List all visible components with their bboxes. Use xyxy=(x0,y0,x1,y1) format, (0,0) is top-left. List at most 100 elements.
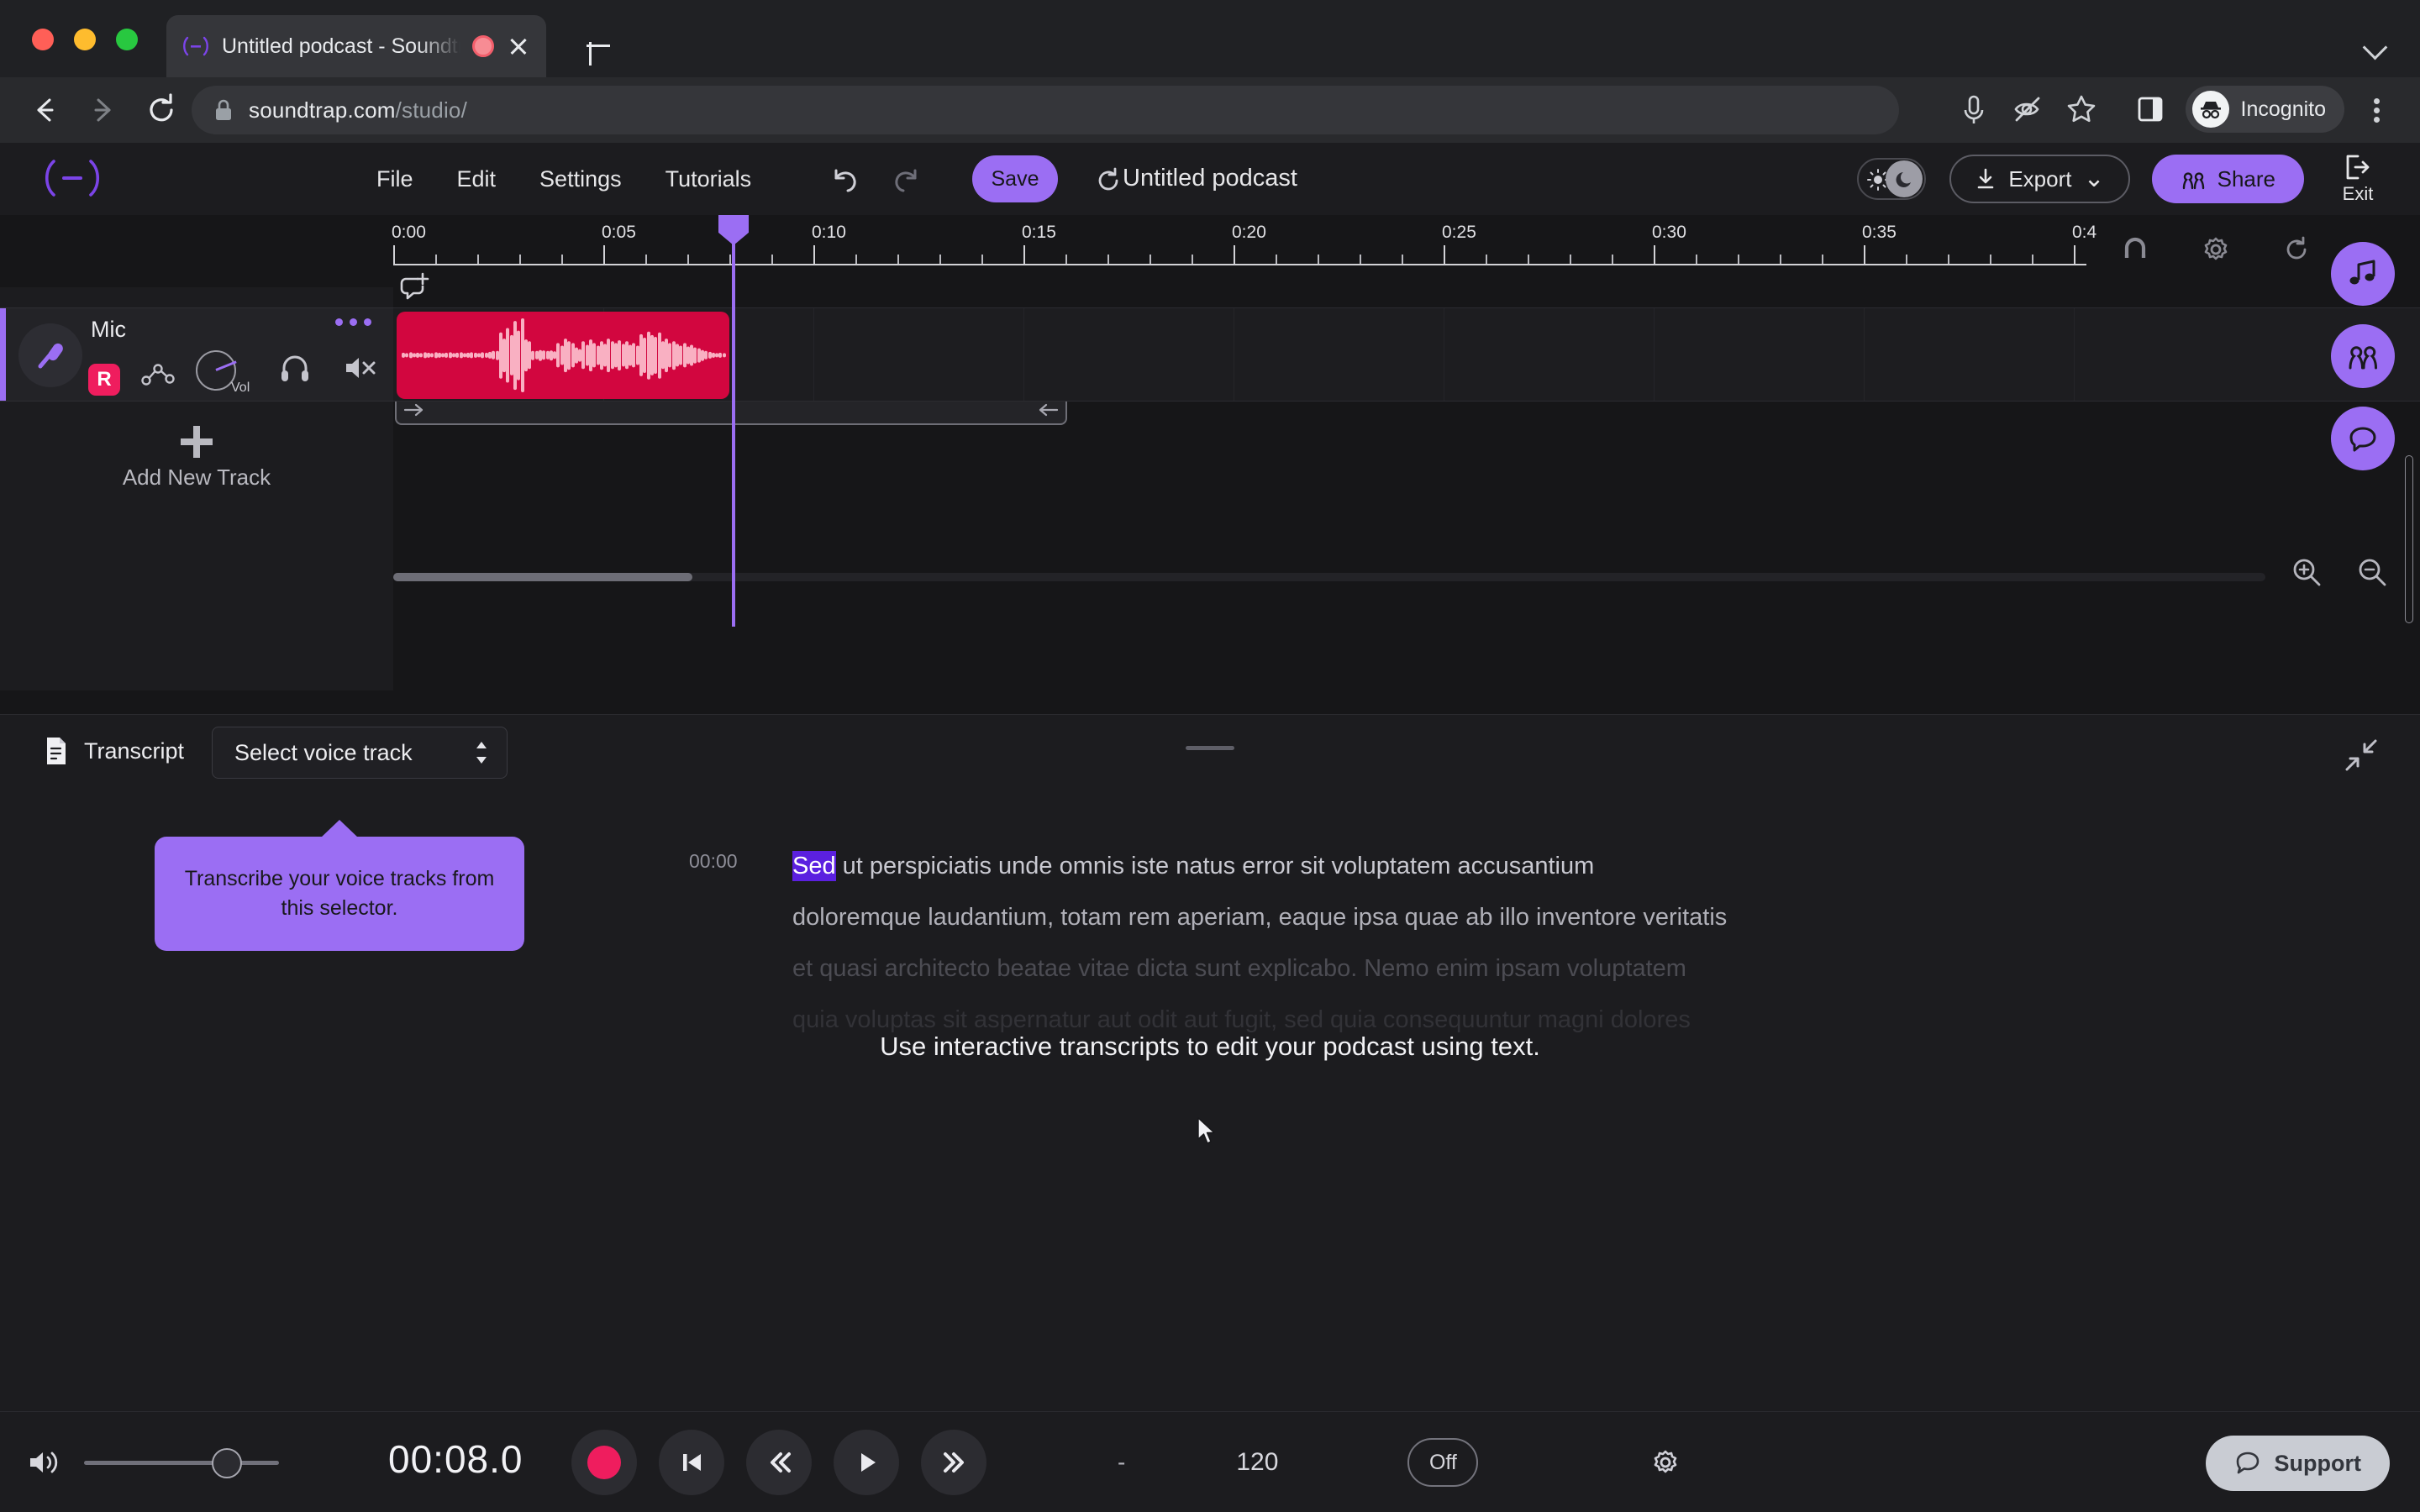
window-traffic-lights xyxy=(32,29,138,50)
ruler-tick-minor xyxy=(687,255,689,264)
timeline-horizontal-scrollbar[interactable] xyxy=(393,573,2265,581)
transcript-text[interactable]: Sed ut perspiciatis unde omnis iste natu… xyxy=(792,841,1594,892)
lock-icon xyxy=(213,98,234,122)
document-icon xyxy=(44,736,69,766)
minimize-window-button[interactable] xyxy=(74,29,96,50)
new-tab-button[interactable] xyxy=(578,25,618,66)
support-button[interactable]: Support xyxy=(2205,1436,2390,1491)
master-volume-slider[interactable] xyxy=(84,1444,279,1481)
volume-knob[interactable]: Vol xyxy=(196,350,250,396)
track-more-options-button[interactable] xyxy=(335,318,371,326)
menu-item-settings[interactable]: Settings xyxy=(518,158,644,201)
metronome-toggle[interactable]: Off xyxy=(1407,1438,1479,1487)
ruler-tick-minor xyxy=(1192,255,1193,264)
ruler-tick-minor xyxy=(1780,255,1781,264)
export-label: Export xyxy=(2008,165,2072,192)
voice-track-selector[interactable]: Select voice track xyxy=(212,727,508,779)
transport-time-display[interactable]: 00:08.0 xyxy=(388,1436,523,1482)
zoom-out-icon[interactable] xyxy=(2354,554,2390,590)
right-side-rail xyxy=(2331,242,2395,470)
timeline-ruler[interactable]: 0:00 0:05 0:10 0:15 0:20 0:25 0:30 0:35 … xyxy=(392,215,2096,287)
fast-forward-button[interactable] xyxy=(921,1430,986,1495)
add-new-track-button[interactable]: Add New Track xyxy=(0,412,393,504)
time-signature-value[interactable]: - xyxy=(1118,1449,1125,1476)
ruler-label-5: 0:25 xyxy=(1442,223,1476,242)
record-arm-button[interactable]: R xyxy=(88,364,120,396)
bpm-value[interactable]: 120 xyxy=(1236,1448,1278,1477)
timeline-scroll-thumb[interactable] xyxy=(393,573,692,581)
track-header-mic[interactable]: Mic R Vol xyxy=(0,307,393,402)
menu-item-file[interactable]: File xyxy=(355,158,435,201)
timeline-settings-gear-icon[interactable] xyxy=(2198,232,2233,267)
ruler-label-2: 0:10 xyxy=(812,223,846,242)
headphones-solo-icon[interactable] xyxy=(277,350,313,386)
go-to-start-button[interactable] xyxy=(659,1430,724,1495)
undo-icon[interactable] xyxy=(828,163,863,198)
microphone-icon[interactable] xyxy=(18,323,82,387)
revert-history-icon[interactable] xyxy=(1091,163,1126,198)
exit-button[interactable]: Exit xyxy=(2316,143,2400,215)
rewind-button[interactable] xyxy=(746,1430,812,1495)
share-button[interactable]: Share xyxy=(2151,155,2304,203)
maximize-window-button[interactable] xyxy=(116,29,138,50)
bookmark-star-icon[interactable] xyxy=(2058,86,2105,133)
loop-toggle-icon[interactable] xyxy=(2279,232,2314,267)
address-bar-url: soundtrap.com/studio/ xyxy=(249,97,468,123)
browser-tab[interactable]: Untitled podcast - Soundtr xyxy=(166,15,546,77)
transport-settings-gear-icon[interactable] xyxy=(1648,1445,1683,1480)
address-bar[interactable]: soundtrap.com/studio/ xyxy=(192,86,1899,134)
project-title[interactable]: Untitled podcast xyxy=(1123,165,1297,192)
redo-icon[interactable] xyxy=(888,163,923,198)
panel-resize-handle[interactable] xyxy=(1186,746,1234,750)
close-tab-button[interactable] xyxy=(506,34,531,59)
magnet-snap-icon[interactable] xyxy=(2118,232,2153,267)
export-button[interactable]: Export ⌄ xyxy=(1949,155,2130,203)
track-name[interactable]: Mic xyxy=(91,317,126,343)
side-panel-icon[interactable] xyxy=(2127,86,2174,133)
tab-recording-indicator-icon xyxy=(472,35,494,57)
plus-icon xyxy=(181,425,213,458)
profile-incognito-button[interactable]: Incognito xyxy=(2185,86,2344,133)
audio-clip[interactable] xyxy=(397,312,729,399)
track-lane-mic[interactable] xyxy=(393,307,2420,402)
mute-speaker-icon[interactable] xyxy=(341,350,376,386)
transcript-text[interactable]: et quasi architecto beatae vitae dicta s… xyxy=(792,943,1686,995)
transcript-selected-word[interactable]: Sed xyxy=(792,851,836,881)
speaker-icon[interactable] xyxy=(27,1446,64,1479)
onboarding-overlay-message: Use interactive transcripts to edit your… xyxy=(880,1032,1540,1061)
record-button[interactable] xyxy=(571,1430,637,1495)
add-comment-icon[interactable] xyxy=(397,269,434,306)
soundtrap-logo-icon[interactable] xyxy=(40,155,104,202)
menu-item-edit[interactable]: Edit xyxy=(435,158,518,201)
collapse-panel-icon[interactable] xyxy=(2343,737,2380,774)
incognito-avatar-icon xyxy=(2191,91,2229,128)
sound-library-button[interactable] xyxy=(2331,242,2395,306)
tab-search-chevron-down-icon[interactable] xyxy=(2365,35,2386,57)
camera-blocked-icon[interactable] xyxy=(2004,86,2051,133)
microphone-icon[interactable] xyxy=(1950,86,1997,133)
studio-menu: File Edit Settings Tutorials xyxy=(355,143,773,215)
back-button[interactable] xyxy=(22,88,66,132)
play-button[interactable] xyxy=(834,1430,899,1495)
forward-button[interactable] xyxy=(81,88,124,132)
browser-menu-button[interactable] xyxy=(2356,86,2398,133)
ruler-label-1: 0:05 xyxy=(602,223,636,242)
reload-button[interactable] xyxy=(139,88,183,132)
collaborate-button[interactable] xyxy=(2331,324,2395,388)
tempo-group: - 120 Off xyxy=(1118,1412,1683,1512)
transcript-text[interactable]: doloremque laudantium, totam rem aperiam… xyxy=(792,892,1727,943)
ruler-label-4: 0:20 xyxy=(1232,223,1266,242)
save-button[interactable]: Save xyxy=(972,155,1058,202)
menu-item-tutorials[interactable]: Tutorials xyxy=(644,158,774,201)
theme-toggle[interactable] xyxy=(1857,158,1927,200)
comments-button[interactable] xyxy=(2331,407,2395,470)
onboarding-tooltip: Transcribe your voice tracks from this s… xyxy=(155,837,524,951)
ruler-tick-minor xyxy=(1990,255,1991,264)
automation-icon[interactable] xyxy=(139,357,177,396)
timeline-vertical-scroll-thumb[interactable] xyxy=(2405,455,2413,623)
timeline-zoom-controls xyxy=(2289,554,2390,590)
close-window-button[interactable] xyxy=(32,29,54,50)
volume-slider-knob[interactable] xyxy=(212,1448,242,1478)
onboarding-tooltip-text: Transcribe your voice tracks from this s… xyxy=(184,866,495,921)
zoom-in-icon[interactable] xyxy=(2289,554,2324,590)
